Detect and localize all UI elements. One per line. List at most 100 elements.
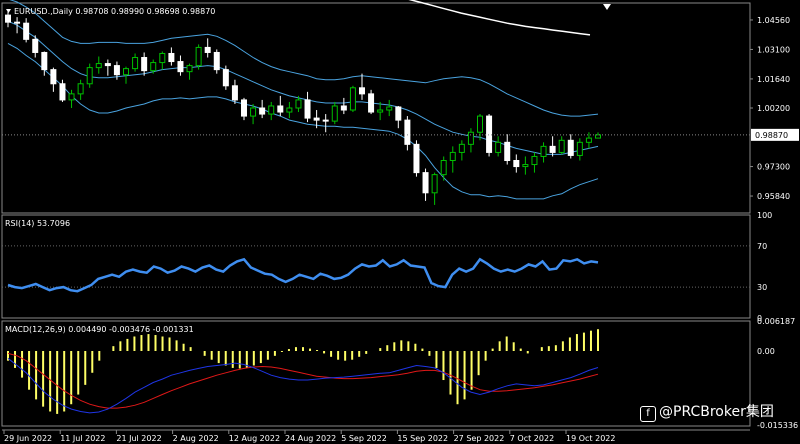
candle [395, 106, 402, 121]
candle [513, 160, 520, 168]
price-tick-label: 0.97300 [757, 163, 790, 172]
candle [359, 87, 365, 95]
candle [404, 119, 411, 145]
price-tick-label: 1.01640 [757, 75, 790, 84]
candle [486, 115, 493, 153]
macd-signal-line [7, 352, 599, 409]
macd-tick-label: -0.015336 [757, 421, 798, 430]
candle [204, 46, 211, 53]
date-tick-label: 12 Aug 2022 [229, 434, 280, 443]
rsi-title: RSI(14) 53.7096 [5, 219, 70, 228]
candle [195, 46, 202, 67]
scroll-marker-icon [603, 4, 611, 10]
candle [123, 68, 129, 76]
candle [368, 93, 375, 113]
candle [132, 57, 139, 70]
date-tick-label: 15 Sep 2022 [397, 434, 448, 443]
candle [540, 145, 547, 157]
rsi-tick-label: 100 [757, 211, 772, 220]
candle [467, 131, 474, 145]
candle [95, 63, 102, 69]
candle [213, 51, 220, 71]
candle [32, 38, 39, 53]
candle [5, 14, 11, 23]
watermark: f @PRCBroker集团 [640, 401, 774, 422]
candle [86, 67, 93, 85]
candle [349, 87, 356, 111]
ma-line [408, 0, 591, 36]
candle [259, 107, 266, 115]
candle [241, 99, 247, 117]
macd-title: MACD(12,26,9) 0.004490 -0.003476 -0.0013… [5, 325, 194, 334]
candle [286, 107, 293, 113]
date-tick-label: 24 Aug 2022 [285, 434, 336, 443]
price-tick-label: 0.95840 [757, 192, 790, 201]
candle [558, 139, 565, 153]
price-tick-label: 1.04560 [757, 16, 790, 25]
candle [458, 143, 465, 153]
candle [386, 106, 393, 111]
candle [141, 57, 148, 72]
date-tick-label: 2 Aug 2022 [173, 434, 219, 443]
chart-title: EURUSD.,Daily 0.98708 0.98990 0.98698 0.… [14, 7, 215, 16]
date-tick-label: 7 Oct 2022 [510, 434, 554, 443]
candle [186, 65, 193, 73]
weibo-f-icon: f [640, 406, 656, 422]
candle [522, 164, 529, 168]
candle [504, 141, 511, 161]
candle [168, 52, 175, 63]
rsi-line [7, 257, 599, 293]
candle [59, 83, 66, 101]
candle [231, 85, 238, 101]
watermark-text: @PRCBroker集团 [659, 404, 774, 420]
candle [585, 137, 592, 143]
candle [113, 65, 120, 76]
price-tick-label: 1.03100 [757, 45, 790, 54]
trading-chart[interactable]: 1.04560 1.03100 1.01640 1.00200 0.97300 0.958… [0, 0, 800, 444]
date-tick-label: 21 Jul 2022 [116, 434, 161, 443]
candle [250, 107, 257, 117]
candle [331, 105, 338, 122]
candle [268, 105, 275, 115]
last-price-label: 0.98870 [755, 131, 788, 140]
candle [377, 109, 384, 113]
candle [477, 115, 483, 133]
candle [549, 145, 556, 153]
candle [322, 119, 329, 122]
price-tick-label: 1.00200 [757, 104, 790, 113]
symbol-triangle-icon [6, 9, 11, 13]
candle [77, 83, 84, 95]
date-tick-label: 5 Sep 2022 [341, 434, 387, 443]
candle [50, 69, 57, 85]
candle [159, 52, 166, 64]
candle [431, 174, 438, 194]
candle [495, 141, 502, 153]
macd-tick-label: 0.00 [757, 347, 775, 356]
candle [277, 105, 284, 113]
candle [222, 69, 229, 87]
date-tick-label: 27 Sep 2022 [454, 434, 505, 443]
candle [295, 99, 302, 109]
macd-tick-label: 0.006187 [757, 317, 795, 326]
date-tick-label: 19 Oct 2022 [566, 434, 615, 443]
candle [440, 160, 447, 176]
candle [104, 63, 111, 67]
candle [23, 22, 30, 40]
candle [422, 172, 429, 194]
candle [41, 51, 48, 71]
candle [449, 151, 456, 162]
candle [567, 139, 574, 156]
panel-frame-1 [1, 2, 751, 214]
rsi-tick-label: 30 [757, 283, 767, 292]
candle [177, 61, 184, 73]
candle [340, 105, 347, 111]
rsi-tick-label: 70 [757, 242, 767, 251]
date-tick-label: 11 Jul 2022 [60, 434, 105, 443]
candle [150, 62, 157, 72]
candle [68, 93, 75, 101]
candle [531, 155, 538, 166]
date-tick-label: 29 Jun 2022 [4, 434, 52, 443]
candle [14, 21, 21, 24]
candle [576, 141, 583, 156]
candle [413, 143, 420, 174]
